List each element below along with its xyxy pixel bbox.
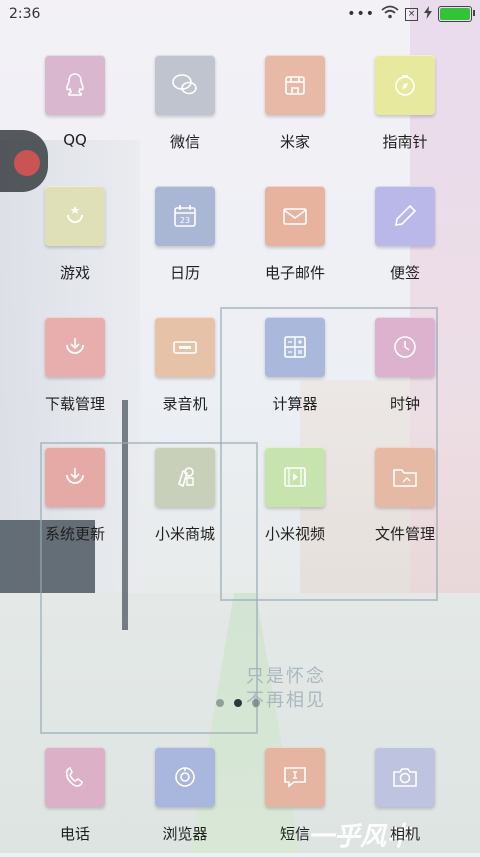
app-tile xyxy=(265,186,325,246)
app-phone[interactable]: 电话 xyxy=(20,747,130,857)
no-sim-icon: × xyxy=(405,7,418,21)
charging-icon xyxy=(424,5,432,23)
app-mijia[interactable]: 米家 xyxy=(240,55,350,165)
battery-icon xyxy=(438,6,475,22)
penguin-icon xyxy=(66,73,84,96)
app-label: 计算器 xyxy=(272,395,318,413)
app-label: 小米视频 xyxy=(264,525,325,543)
app-tile xyxy=(45,55,105,115)
app-label: 米家 xyxy=(279,133,310,151)
app-tile xyxy=(265,317,325,377)
svg-text:23: 23 xyxy=(180,216,190,225)
app-label: QQ xyxy=(63,131,87,149)
app-tile xyxy=(375,186,435,246)
app-camera[interactable]: 相机 xyxy=(350,747,460,857)
chat-icon xyxy=(172,74,197,95)
pencil-icon xyxy=(395,204,417,226)
app-mi-video[interactable]: 小米视频 xyxy=(240,447,350,557)
mail-icon xyxy=(283,208,307,225)
app-tile xyxy=(265,747,325,807)
compass-icon xyxy=(395,75,415,96)
app-label: 文件管理 xyxy=(374,525,435,543)
app-label: 相机 xyxy=(389,825,420,843)
app-download-manager[interactable]: 下载管理 xyxy=(20,317,130,427)
recorder-icon xyxy=(173,341,197,354)
app-wechat[interactable]: 微信 xyxy=(130,55,240,165)
app-file-manager[interactable]: 文件管理 xyxy=(350,447,460,557)
browser-icon xyxy=(175,767,195,787)
camera-icon xyxy=(393,768,417,787)
app-messages[interactable]: 短信 xyxy=(240,747,350,857)
wifi-icon xyxy=(381,5,399,23)
app-notes[interactable]: 便签 xyxy=(350,186,460,296)
phone-icon xyxy=(65,767,83,787)
app-row: 系统更新 小米商城 小米视频 文件管理 xyxy=(20,447,460,557)
page-indicator xyxy=(216,699,260,707)
app-tile xyxy=(375,747,435,807)
app-calculator[interactable]: 计算器 xyxy=(240,317,350,427)
page-dot-active[interactable] xyxy=(234,699,242,707)
clock-icon xyxy=(394,336,416,358)
calendar-icon: 23 xyxy=(174,205,196,227)
app-tile xyxy=(45,447,105,507)
status-bar: 2:36 ••• × xyxy=(0,0,480,28)
video-icon xyxy=(284,467,306,487)
dock-row: 电话 浏览器 短信 相机 xyxy=(20,747,460,857)
app-label: 微信 xyxy=(169,133,200,151)
app-calendar[interactable]: 23 日历 xyxy=(130,186,240,296)
app-tile xyxy=(155,747,215,807)
app-tile xyxy=(155,55,215,115)
app-mi-store[interactable]: 小米商城 xyxy=(130,447,240,557)
app-tile xyxy=(375,55,435,115)
app-tile xyxy=(375,447,435,507)
app-label: 小米商城 xyxy=(154,525,215,543)
app-system-update[interactable]: 系统更新 xyxy=(20,447,130,557)
app-label: 时钟 xyxy=(389,395,420,413)
app-recorder[interactable]: 录音机 xyxy=(130,317,240,427)
update-icon xyxy=(66,468,84,484)
app-games[interactable]: 游戏 xyxy=(20,186,130,296)
page-dot[interactable] xyxy=(216,699,224,707)
app-compass[interactable]: 指南针 xyxy=(350,55,460,165)
app-tile xyxy=(45,317,105,377)
home-store-icon xyxy=(285,76,305,95)
wallpaper-text-line1: 只是怀念 xyxy=(246,666,326,687)
shop-icon xyxy=(178,467,194,488)
app-label: 游戏 xyxy=(59,264,90,282)
app-tile xyxy=(45,186,105,246)
app-email[interactable]: 电子邮件 xyxy=(240,186,350,296)
app-tile xyxy=(375,317,435,377)
app-row: 下载管理 录音机 计算器 时钟 xyxy=(20,317,460,427)
app-label: 短信 xyxy=(279,825,310,843)
app-tile xyxy=(265,55,325,115)
status-time: 2:36 xyxy=(9,6,41,22)
app-label: 系统更新 xyxy=(44,525,105,543)
page-dot[interactable] xyxy=(252,699,260,707)
battery-level xyxy=(440,8,470,20)
app-label: 下载管理 xyxy=(44,395,105,413)
app-clock[interactable]: 时钟 xyxy=(350,317,460,427)
message-icon xyxy=(284,767,306,788)
app-label: 指南针 xyxy=(382,133,428,151)
app-label: 录音机 xyxy=(162,395,208,413)
app-browser[interactable]: 浏览器 xyxy=(130,747,240,857)
app-label: 日历 xyxy=(169,264,200,282)
more-notifications-icon: ••• xyxy=(347,6,375,22)
app-label: 电话 xyxy=(59,825,90,843)
folder-icon xyxy=(393,469,417,487)
download-icon xyxy=(66,338,84,354)
app-tile xyxy=(45,747,105,807)
app-tile xyxy=(155,447,215,507)
game-icon xyxy=(67,206,83,223)
app-tile xyxy=(155,317,215,377)
app-tile xyxy=(265,447,325,507)
app-label: 电子邮件 xyxy=(264,264,325,282)
app-row: QQ 微信 米家 指南针 xyxy=(20,55,460,165)
app-label: 便签 xyxy=(389,264,420,282)
app-tile: 23 xyxy=(155,186,215,246)
app-label: 浏览器 xyxy=(162,825,208,843)
app-qq[interactable]: QQ xyxy=(20,55,130,165)
app-row: 游戏 23 日历 电子邮件 便签 xyxy=(20,186,460,296)
calculator-icon xyxy=(284,336,306,358)
